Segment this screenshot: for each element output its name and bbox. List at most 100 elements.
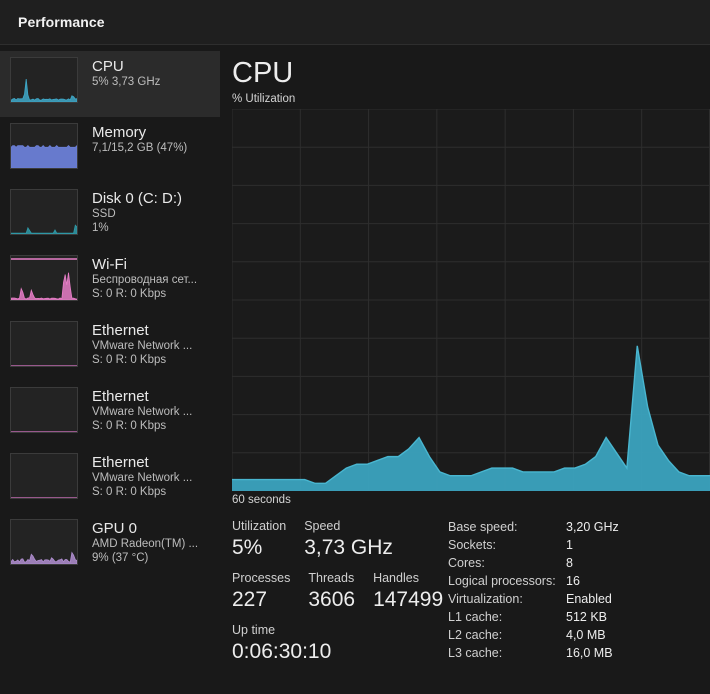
stats-secondary: Base speed: 3,20 GHz Sockets: 1 Cores: 8 Logic… bbox=[448, 518, 619, 674]
sidebar-item-cpu[interactable]: CPU 5% 3,73 GHz bbox=[0, 51, 220, 117]
sidebar-item-detail: SSD bbox=[92, 208, 116, 220]
spec-key: L2 cache: bbox=[448, 628, 503, 642]
sidebar-item-label: Ethernet bbox=[92, 388, 149, 405]
sidebar-item-status: S: 0 R: 0 Kbps bbox=[92, 354, 167, 366]
sidebar-item-ethernet[interactable]: Ethernet VMware Network ... S: 0 R: 0 Kbps bbox=[0, 447, 220, 513]
ethernet-sparkline bbox=[10, 453, 78, 499]
stat-row: Up time 0:06:30:10 bbox=[232, 622, 444, 665]
stat-caption: Handles bbox=[373, 571, 419, 585]
spec-row: Virtualization: Enabled bbox=[448, 590, 619, 608]
sidebar-item-label: Disk 0 (C: D:) bbox=[92, 190, 182, 207]
spec-row: Logical processors: 16 bbox=[448, 572, 619, 590]
app-shell: CPU 5% 3,73 GHz Memory 7,1/15,2 GB (47%) Dis… bbox=[0, 45, 710, 694]
sidebar-item-memory[interactable]: Memory 7,1/15,2 GB (47%) bbox=[0, 117, 220, 183]
stat-threads: Threads 3606 bbox=[308, 570, 355, 613]
sidebar-item-label: Wi-Fi bbox=[92, 256, 127, 273]
sidebar-item-wi-fi[interactable]: Wi-Fi Беспроводная сет... S: 0 R: 0 Kbps bbox=[0, 249, 220, 315]
stat-row: Utilization 5% Speed 3,73 GHz bbox=[232, 518, 444, 561]
sidebar-item-status: 9% (37 °C) bbox=[92, 552, 149, 564]
stat-utilization: Utilization 5% bbox=[232, 518, 286, 561]
sidebar-item-label: GPU 0 bbox=[92, 520, 138, 537]
stat-value: 5% bbox=[232, 536, 263, 559]
spec-row: Cores: 8 bbox=[448, 554, 619, 572]
sidebar-item-detail: 5% 3,73 GHz bbox=[92, 76, 161, 88]
sidebar-item-ethernet[interactable]: Ethernet VMware Network ... S: 0 R: 0 Kbps bbox=[0, 315, 220, 381]
stat-caption: Speed bbox=[304, 519, 341, 533]
sidebar-item-detail: Беспроводная сет... bbox=[92, 274, 198, 286]
wifi-sparkline bbox=[10, 255, 78, 301]
sidebar-item-text: Ethernet VMware Network ... S: 0 R: 0 Kbps bbox=[92, 453, 192, 499]
sidebar-item-detail: VMware Network ... bbox=[92, 472, 193, 484]
stat-value: 3,73 GHz bbox=[304, 536, 393, 559]
spec-row: L3 cache: 16,0 MB bbox=[448, 644, 619, 662]
stat-row: Processes 227 Threads 3606 Handles 147499 bbox=[232, 570, 444, 613]
spec-value: 8 bbox=[566, 556, 573, 570]
graph-axis-caption: % Utilization bbox=[232, 93, 296, 105]
spec-value: Enabled bbox=[566, 592, 612, 606]
cpu-sparkline bbox=[10, 57, 78, 103]
spec-row: L2 cache: 4,0 MB bbox=[448, 626, 619, 644]
sidebar-item-text: GPU 0 AMD Radeon(TM) ... 9% (37 °C) bbox=[92, 519, 198, 565]
stat-up-time: Up time 0:06:30:10 bbox=[232, 622, 331, 665]
resource-sidebar[interactable]: CPU 5% 3,73 GHz Memory 7,1/15,2 GB (47%) Dis… bbox=[0, 45, 220, 694]
spec-value: 16 bbox=[566, 574, 580, 588]
stats-primary: Utilization 5% Speed 3,73 GHz Processes 227 Th… bbox=[232, 518, 444, 674]
spec-key: L3 cache: bbox=[448, 646, 503, 660]
axis-left-label: 60 seconds bbox=[232, 494, 291, 506]
spec-row: L1 cache: 512 KB bbox=[448, 608, 619, 626]
stat-caption: Up time bbox=[232, 623, 276, 637]
stat-value: 227 bbox=[232, 588, 268, 611]
utilization-graph[interactable] bbox=[232, 109, 710, 491]
sidebar-item-detail: AMD Radeon(TM) ... bbox=[92, 538, 199, 550]
spec-key: Sockets: bbox=[448, 538, 496, 552]
sidebar-item-text: Wi-Fi Беспроводная сет... S: 0 R: 0 Kbps bbox=[92, 255, 197, 301]
spec-key: Base speed: bbox=[448, 520, 518, 534]
spec-row: Base speed: 3,20 GHz bbox=[448, 518, 619, 536]
sidebar-item-label: Memory bbox=[92, 124, 147, 141]
spec-key: Virtualization: bbox=[448, 592, 523, 606]
memory-sparkline bbox=[10, 123, 78, 169]
stat-processes: Processes 227 bbox=[232, 570, 290, 613]
sidebar-item-text: Ethernet VMware Network ... S: 0 R: 0 Kbps bbox=[92, 387, 192, 433]
sidebar-item-status: 1% bbox=[92, 222, 109, 234]
sidebar-item-status: S: 0 R: 0 Kbps bbox=[92, 486, 167, 498]
sidebar-item-label: Ethernet bbox=[92, 322, 149, 339]
resource-title: CPU bbox=[232, 57, 294, 89]
stat-handles: Handles 147499 bbox=[373, 570, 443, 613]
graph-axis-row: 60 seconds bbox=[232, 494, 710, 506]
sidebar-item-text: Disk 0 (C: D:) SSD 1% bbox=[92, 189, 182, 235]
ethernet-sparkline bbox=[10, 321, 78, 367]
stat-value: 147499 bbox=[373, 588, 444, 611]
stat-speed: Speed 3,73 GHz bbox=[304, 518, 393, 561]
stat-value: 0:06:30:10 bbox=[232, 640, 332, 663]
page-title: Performance bbox=[18, 14, 105, 30]
sidebar-item-label: Ethernet bbox=[92, 454, 149, 471]
sidebar-item-status: S: 0 R: 0 Kbps bbox=[92, 420, 167, 432]
detail-panel: CPU % Utilization 60 seconds Utilization… bbox=[220, 45, 710, 694]
disk-sparkline bbox=[10, 189, 78, 235]
title-bar: Performance bbox=[0, 0, 710, 45]
sidebar-item-status: S: 0 R: 0 Kbps bbox=[92, 288, 167, 300]
stat-caption: Threads bbox=[308, 571, 355, 585]
spec-key: L1 cache: bbox=[448, 610, 503, 624]
sidebar-item-detail: VMware Network ... bbox=[92, 406, 193, 418]
stat-value: 3606 bbox=[308, 588, 356, 611]
sidebar-item-text: CPU 5% 3,73 GHz bbox=[92, 57, 160, 89]
spec-key: Cores: bbox=[448, 556, 485, 570]
sidebar-item-detail: 7,1/15,2 GB (47%) bbox=[92, 142, 188, 154]
spec-value: 16,0 MB bbox=[566, 646, 613, 660]
sidebar-item-ethernet[interactable]: Ethernet VMware Network ... S: 0 R: 0 Kbps bbox=[0, 381, 220, 447]
spec-value: 4,0 MB bbox=[566, 628, 606, 642]
sidebar-item-disk-0-c-d[interactable]: Disk 0 (C: D:) SSD 1% bbox=[0, 183, 220, 249]
ethernet-sparkline bbox=[10, 387, 78, 433]
spec-row: Sockets: 1 bbox=[448, 536, 619, 554]
sidebar-item-label: CPU bbox=[92, 58, 124, 75]
sidebar-item-gpu-0[interactable]: GPU 0 AMD Radeon(TM) ... 9% (37 °C) bbox=[0, 513, 220, 579]
stat-caption: Processes bbox=[232, 571, 291, 585]
sidebar-item-detail: VMware Network ... bbox=[92, 340, 193, 352]
spec-key: Logical processors: bbox=[448, 574, 556, 588]
sidebar-item-text: Ethernet VMware Network ... S: 0 R: 0 Kbps bbox=[92, 321, 192, 367]
spec-value: 1 bbox=[566, 538, 573, 552]
sidebar-item-text: Memory 7,1/15,2 GB (47%) bbox=[92, 123, 187, 155]
spec-value: 512 KB bbox=[566, 610, 608, 624]
